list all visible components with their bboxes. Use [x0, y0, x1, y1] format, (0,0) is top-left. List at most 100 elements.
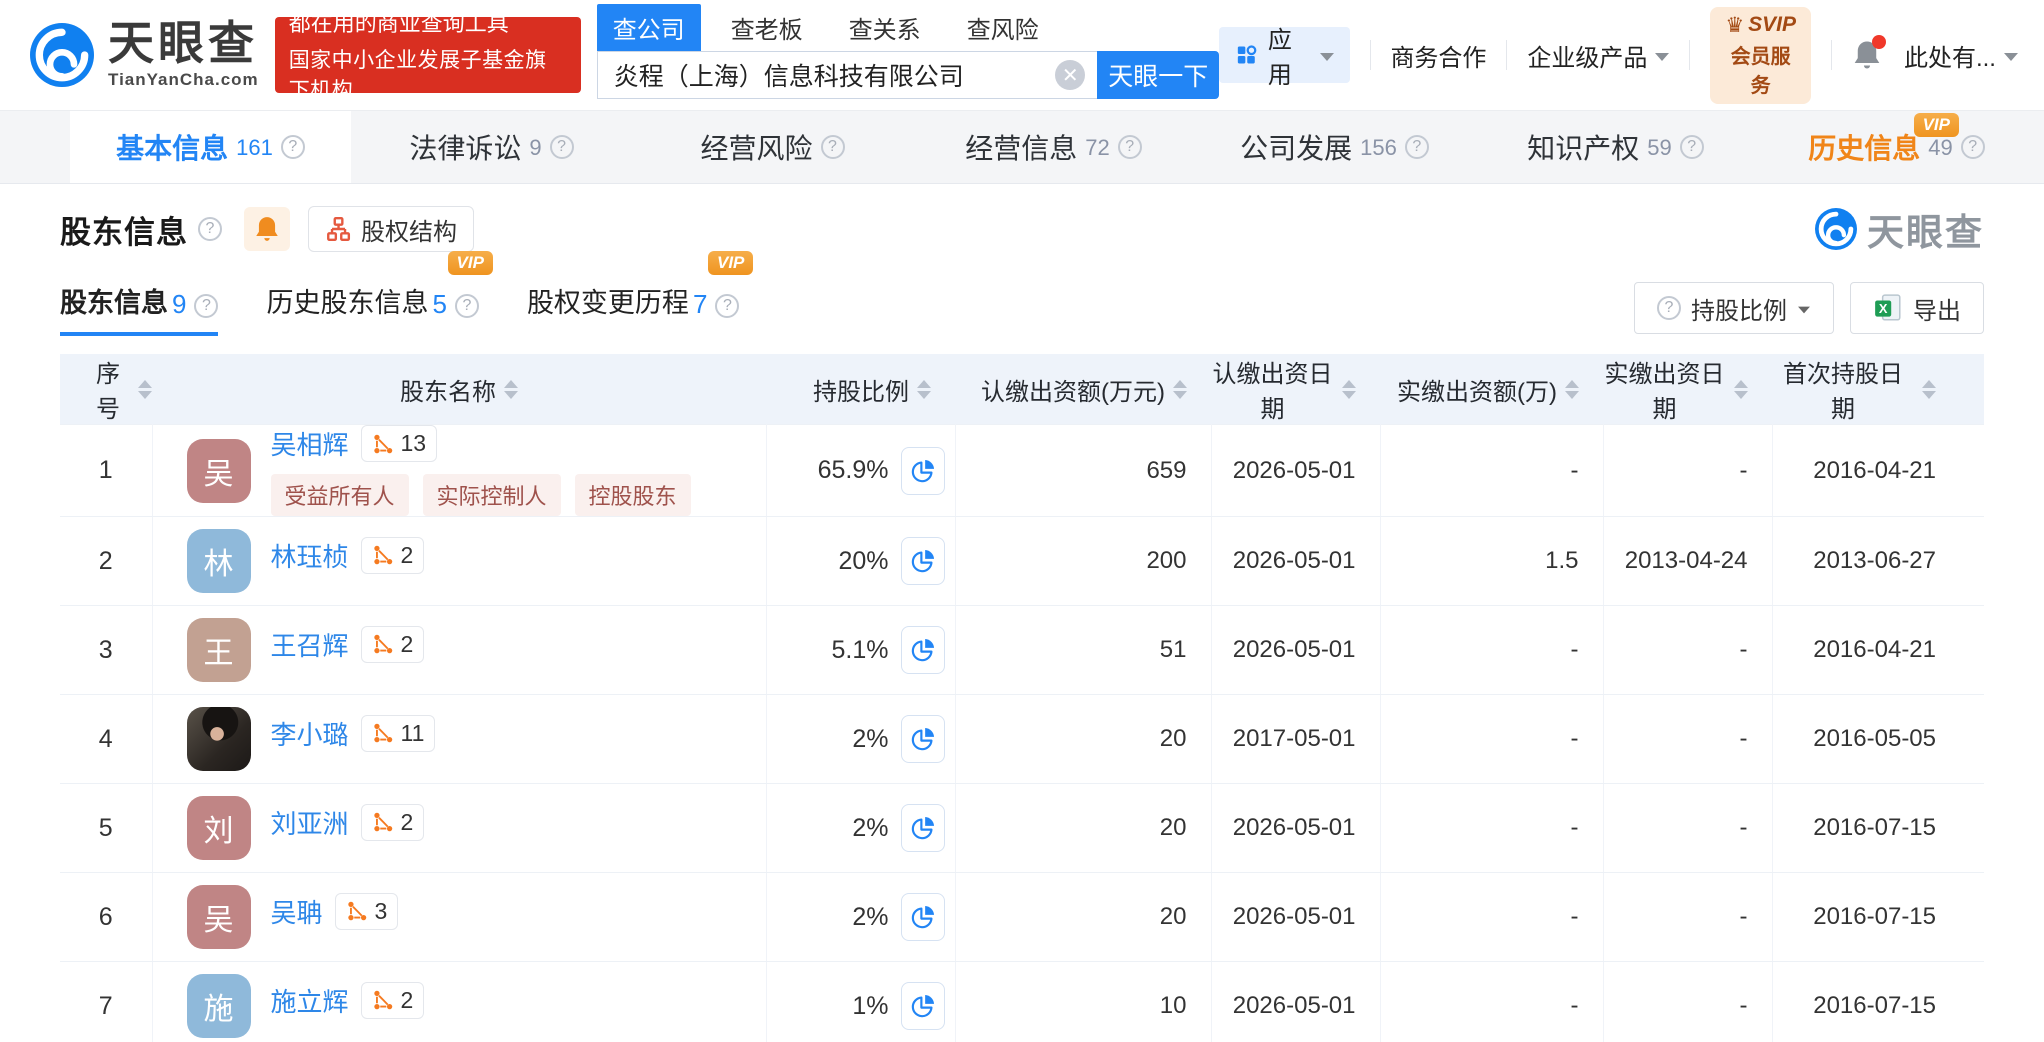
pie-chart-icon-button[interactable]: [901, 715, 945, 763]
tab-count: 49: [1928, 135, 1952, 161]
search-button[interactable]: 天眼一下: [1097, 51, 1219, 99]
pie-chart-icon-button[interactable]: [901, 982, 945, 1030]
shareholder-name-link[interactable]: 吴相辉: [271, 425, 349, 462]
first-holding-date: 2016-07-15: [1772, 873, 1984, 962]
watermark-text: 天眼查: [1867, 202, 1984, 256]
help-icon[interactable]: ?: [1118, 135, 1142, 159]
main-tab[interactable]: 知识产权 59 ?: [1475, 111, 1756, 183]
pie-chart-icon-button[interactable]: [901, 893, 945, 941]
related-companies-badge[interactable]: 11: [361, 715, 436, 752]
subscribe-bell-button[interactable]: [244, 207, 290, 251]
shareholders-table: 序号 股东名称 持股比例 认缴出资额(万元) 认缴出资日期 实缴出资额(万) 实…: [60, 354, 1984, 1042]
sort-icon[interactable]: [504, 380, 518, 399]
tab-count: 9: [529, 135, 541, 161]
row-index: 1: [60, 425, 152, 517]
pie-chart-icon-button[interactable]: [901, 447, 945, 495]
holding-ratio-dropdown[interactable]: ? 持股比例: [1634, 282, 1834, 334]
help-icon[interactable]: ?: [455, 294, 479, 318]
equity-structure-button[interactable]: 股权结构: [308, 206, 474, 252]
nav-cooperation[interactable]: 商务合作: [1390, 38, 1486, 73]
svip-membership-button[interactable]: ♛ SVIP 会员服务: [1710, 7, 1811, 104]
column-header-label: 持股比例: [813, 372, 909, 407]
shareholder-name-link[interactable]: 刘亚洲: [271, 804, 349, 841]
apps-menu-button[interactable]: 应用: [1219, 27, 1349, 83]
table-row: 3 王 王召辉 2: [60, 606, 1984, 695]
related-companies-badge[interactable]: 3: [335, 893, 399, 930]
search-type-tab[interactable]: 查风险: [951, 4, 1055, 51]
clear-search-icon[interactable]: ✕: [1055, 60, 1085, 90]
pie-chart-icon-button[interactable]: [901, 804, 945, 852]
column-header-label: 实缴出资额(万): [1397, 372, 1557, 407]
sort-icon[interactable]: [1734, 380, 1748, 399]
shareholder-avatar[interactable]: 林: [187, 529, 251, 593]
shareholder-avatar[interactable]: 吴: [187, 885, 251, 949]
shareholder-name-link[interactable]: 施立辉: [271, 982, 349, 1019]
main-tab[interactable]: 法律诉讼 9 ?: [351, 111, 632, 183]
paid-date: -: [1603, 873, 1772, 962]
shareholder-name-link[interactable]: 王召辉: [271, 626, 349, 663]
subtab-count: 9: [172, 289, 186, 320]
related-companies-badge[interactable]: 13: [361, 425, 438, 462]
help-icon[interactable]: ?: [198, 217, 222, 241]
help-icon[interactable]: ?: [1961, 135, 1985, 159]
shareholder-photo[interactable]: [187, 707, 251, 771]
notifications-bell-button[interactable]: [1852, 39, 1882, 71]
main-tab[interactable]: 历史信息 49 VIP ?: [1756, 111, 2037, 183]
sub-tab[interactable]: 历史股东信息 5 VIP ?: [266, 281, 478, 336]
help-icon[interactable]: ?: [281, 135, 305, 159]
main-tab[interactable]: 基本信息 161 ?: [70, 111, 351, 183]
sort-icon[interactable]: [1342, 380, 1356, 399]
holding-ratio-value: 2%: [852, 903, 888, 932]
nav-enterprise-products[interactable]: 企业级产品: [1527, 38, 1669, 73]
sub-tab[interactable]: 股东信息 9 ?: [60, 281, 218, 336]
column-header-label: 实缴出资日期: [1603, 354, 1726, 424]
shareholder-avatar[interactable]: 施: [187, 974, 251, 1038]
help-icon[interactable]: ?: [1405, 135, 1429, 159]
main-tab[interactable]: 经营信息 72 ?: [913, 111, 1194, 183]
help-icon[interactable]: ?: [194, 294, 218, 318]
ad-banner[interactable]: 都在用的商业查询工具 国家中小企业发展子基金旗下机构: [275, 17, 581, 93]
pie-chart-icon-button[interactable]: [901, 626, 945, 674]
help-icon[interactable]: ?: [821, 135, 845, 159]
related-count: 3: [375, 898, 388, 925]
watermark-logo: 天眼查: [1815, 202, 1984, 256]
search-input[interactable]: [614, 61, 1056, 90]
shareholder-avatar[interactable]: 王: [187, 618, 251, 682]
paid-date: -: [1603, 606, 1772, 695]
search-type-tab[interactable]: 查关系: [833, 4, 937, 51]
shareholder-role-tag: 受益所有人: [271, 474, 409, 516]
subscribed-date: 2026-05-01: [1211, 784, 1380, 873]
help-icon[interactable]: ?: [715, 294, 739, 318]
shareholder-avatar[interactable]: 吴: [187, 439, 251, 503]
table-row: 6 吴 吴聃 3: [60, 873, 1984, 962]
shareholder-name-link[interactable]: 李小璐: [271, 715, 349, 752]
export-button[interactable]: X 导出: [1850, 282, 1984, 334]
search-type-tab[interactable]: 查公司: [597, 4, 701, 51]
help-icon[interactable]: ?: [1680, 135, 1704, 159]
related-companies-badge[interactable]: 2: [361, 537, 425, 574]
sort-icon[interactable]: [1565, 380, 1579, 399]
main-tab[interactable]: 经营风险 ?: [632, 111, 913, 183]
site-logo[interactable]: 天眼查 TianYanCha.com: [30, 20, 259, 90]
divider: [1689, 40, 1690, 70]
pie-chart-icon: [910, 458, 936, 484]
chevron-down-icon: [1655, 53, 1669, 61]
sort-icon[interactable]: [1173, 380, 1187, 399]
shareholder-name-link[interactable]: 吴聃: [271, 893, 323, 930]
pie-chart-icon-button[interactable]: [901, 537, 945, 585]
search-type-tab[interactable]: 查老板: [715, 4, 819, 51]
sub-tab[interactable]: 股权变更历程 7 VIP ?: [527, 281, 739, 336]
shareholder-avatar[interactable]: 刘: [187, 796, 251, 860]
shareholder-name-link[interactable]: 林珏桢: [271, 537, 349, 574]
related-companies-badge[interactable]: 2: [361, 982, 425, 1019]
logo-title: 天眼查: [108, 20, 259, 66]
main-tab[interactable]: 公司发展 156 ?: [1194, 111, 1475, 183]
user-menu[interactable]: 此处有...: [1904, 38, 2018, 73]
sort-icon[interactable]: [1922, 380, 1936, 399]
related-companies-badge[interactable]: 2: [361, 626, 425, 663]
related-companies-badge[interactable]: 2: [361, 804, 425, 841]
sort-icon[interactable]: [917, 380, 931, 399]
sort-icon[interactable]: [138, 380, 152, 399]
apps-grid-icon: [1235, 42, 1258, 68]
help-icon[interactable]: ?: [550, 135, 574, 159]
